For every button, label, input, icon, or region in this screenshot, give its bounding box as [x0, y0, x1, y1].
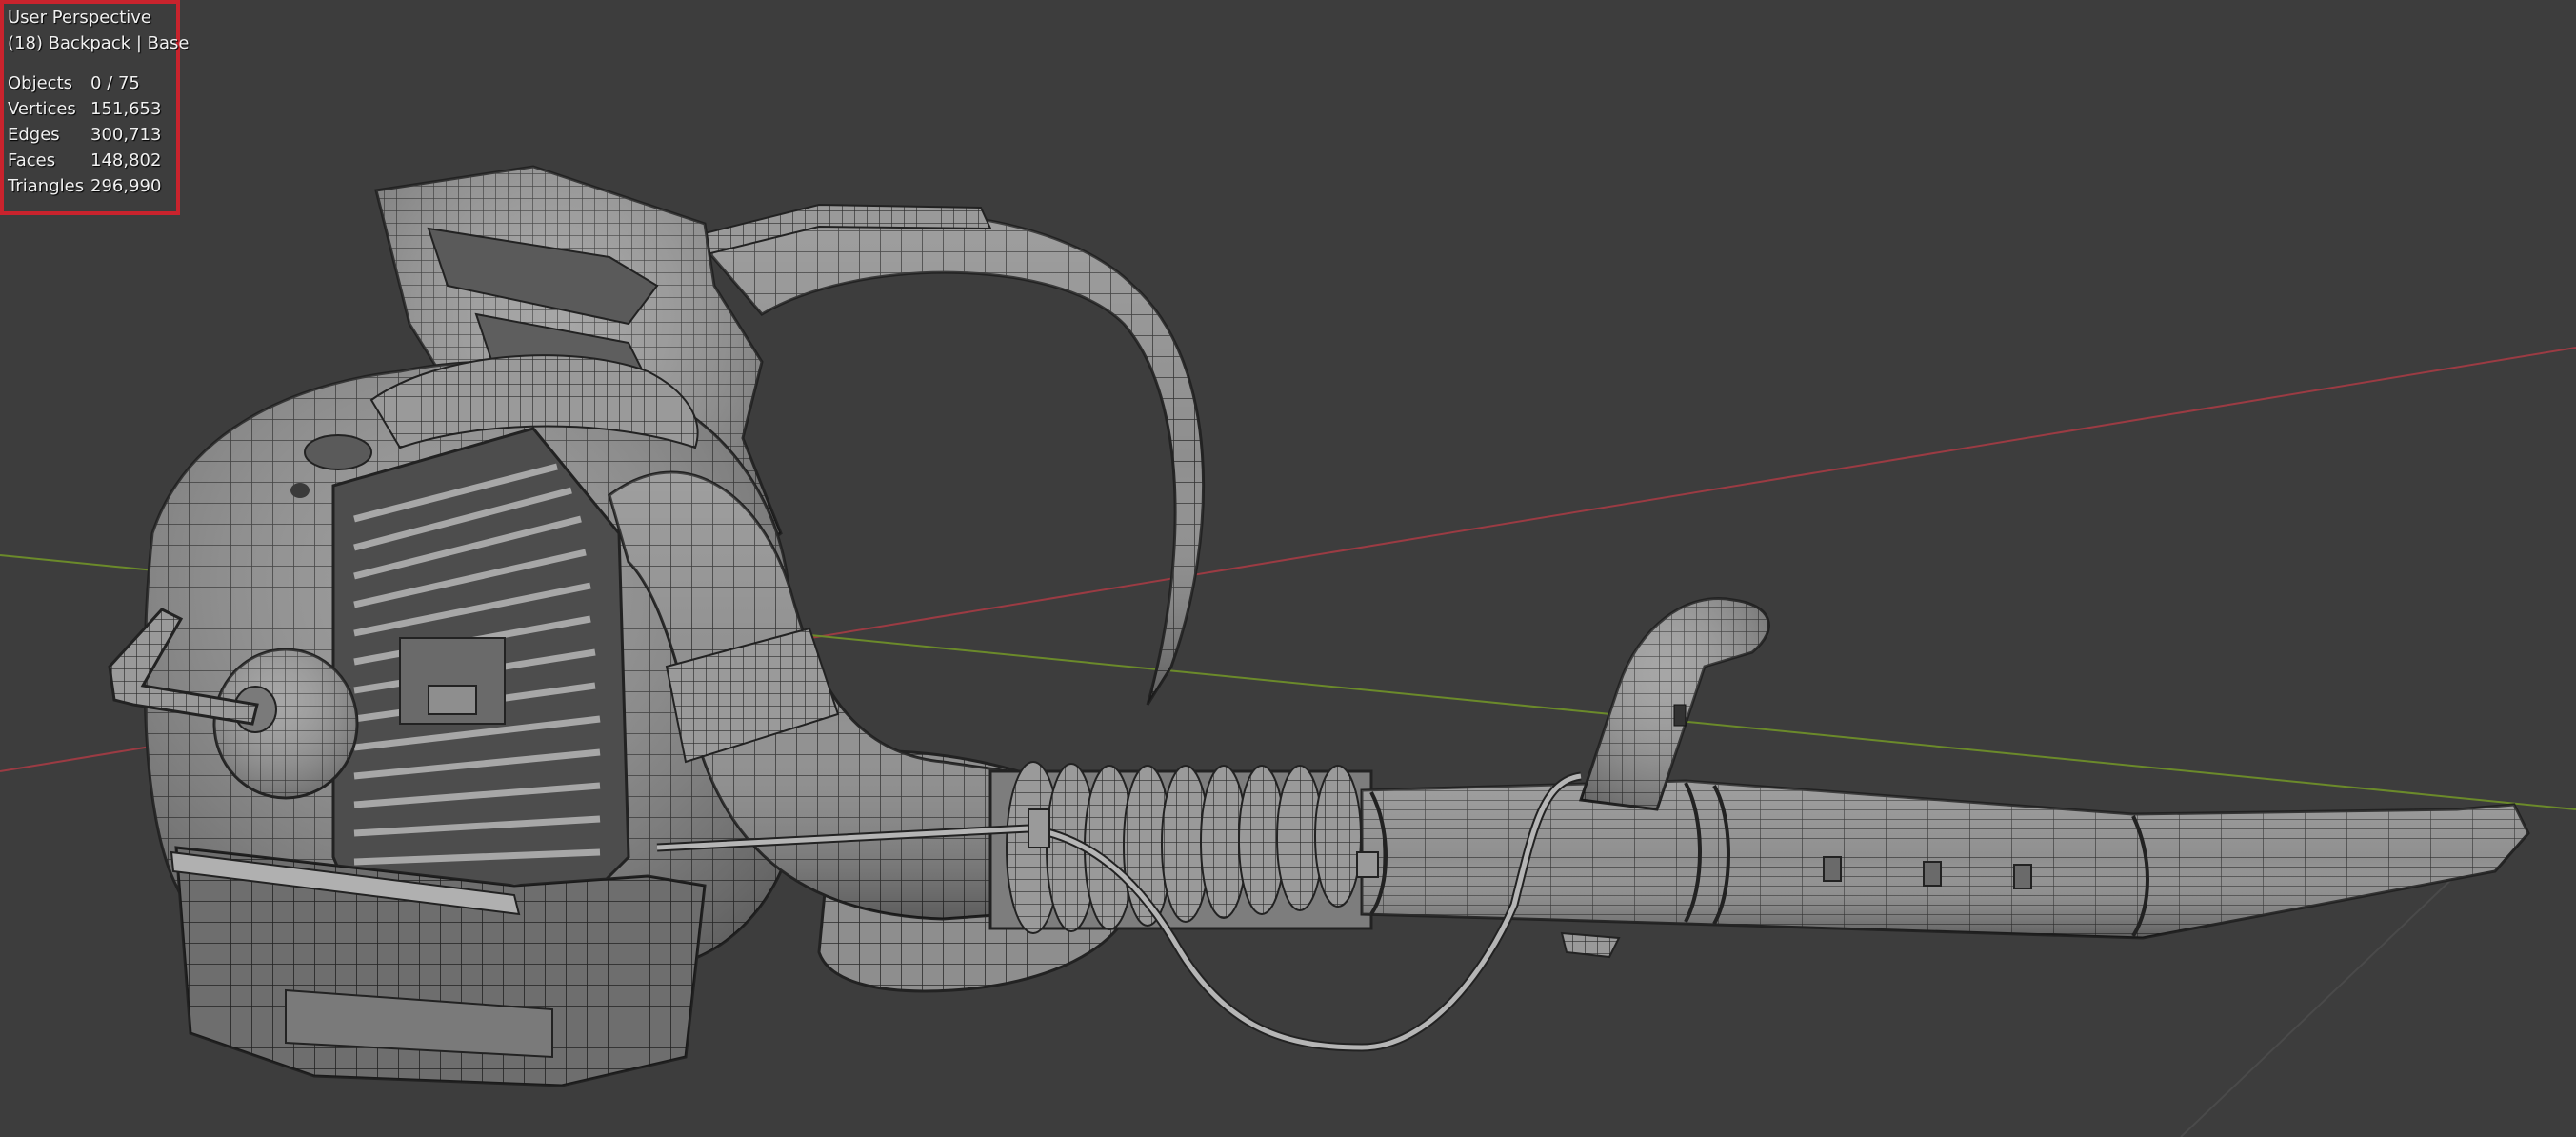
viewport-stats-overlay: User Perspective (18) Backpack | Base Ob…: [0, 0, 190, 215]
3d-viewport[interactable]: User Perspective (18) Backpack | Base Ob…: [0, 0, 2576, 1137]
stat-value: 148,802: [90, 150, 162, 170]
stat-row-faces: Faces 148,802: [8, 148, 161, 173]
hose-clamp: [1028, 808, 1050, 848]
scene-statistics: Objects 0 / 75 Vertices 151,653 Edges 30…: [8, 70, 161, 199]
stat-label: Faces: [8, 150, 56, 170]
stat-value: 296,990: [90, 176, 162, 196]
stat-row-edges: Edges 300,713: [8, 122, 161, 148]
stat-value: 151,653: [90, 99, 162, 119]
stat-row-triangles: Triangles 296,990: [8, 173, 161, 199]
view-name: User Perspective: [8, 8, 151, 28]
active-object-context: (18) Backpack | Base: [8, 33, 190, 53]
stat-label: Triangles: [8, 176, 85, 196]
scene-canvas[interactable]: [0, 0, 2576, 1137]
stat-row-vertices: Vertices 151,653: [8, 96, 161, 122]
stat-value: 0 / 75: [90, 73, 140, 93]
stat-value: 300,713: [90, 125, 162, 145]
stat-label: Edges: [8, 125, 60, 145]
stat-label: Objects: [8, 73, 73, 93]
backpack-blower-mesh[interactable]: [108, 165, 2530, 1087]
stat-row-objects: Objects 0 / 75: [8, 70, 161, 96]
stat-label: Vertices: [8, 99, 76, 119]
